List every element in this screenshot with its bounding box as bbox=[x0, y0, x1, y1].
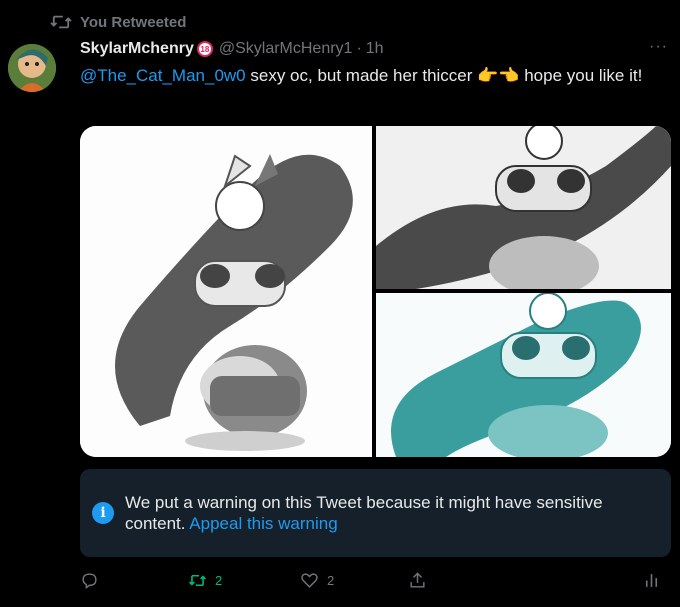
sensitive-content-warning: i We put a warning on this Tweet because… bbox=[80, 469, 671, 557]
heart-icon bbox=[301, 572, 318, 588]
reply-button[interactable] bbox=[80, 568, 107, 592]
analytics-button[interactable] bbox=[642, 568, 661, 592]
retweet-context: You Retweeted bbox=[50, 12, 186, 32]
appeal-warning-link[interactable]: Appeal this warning bbox=[189, 514, 337, 533]
tweet-text: @The_Cat_Man_0w0 sexy oc, but made her t… bbox=[80, 64, 670, 88]
retweet-icon bbox=[189, 574, 206, 586]
media-image-3[interactable] bbox=[376, 293, 671, 457]
retweet-label: You Retweeted bbox=[80, 13, 187, 31]
retweet-button[interactable]: 2 bbox=[188, 568, 222, 592]
action-bar: 2 2 bbox=[80, 568, 670, 592]
warning-text: We put a warning on this Tweet because i… bbox=[125, 492, 655, 534]
age-restriction-icon: 18 bbox=[196, 41, 213, 57]
retweet-icon bbox=[50, 15, 72, 29]
reply-icon bbox=[82, 572, 97, 589]
media-image-2[interactable] bbox=[376, 126, 671, 289]
avatar[interactable] bbox=[8, 44, 56, 92]
pointing-hands-emoji: 👉👈 bbox=[477, 66, 520, 85]
analytics-icon bbox=[645, 573, 658, 587]
media-grid bbox=[80, 126, 671, 457]
separator: · bbox=[356, 40, 362, 57]
media-image-1[interactable] bbox=[80, 126, 372, 457]
like-count: 2 bbox=[327, 572, 335, 588]
tweet-text-part-2: hope you like it! bbox=[519, 66, 643, 85]
more-options-icon[interactable]: ··· bbox=[649, 38, 668, 56]
display-name[interactable]: SkylarMchenry bbox=[80, 40, 194, 58]
tweet-text-part-1: sexy oc, but made her thiccer bbox=[245, 66, 478, 85]
info-icon: i bbox=[92, 502, 114, 524]
user-handle[interactable]: @SkylarMcHenry1 bbox=[219, 40, 353, 58]
share-icon bbox=[410, 571, 425, 588]
mention-link[interactable]: @The_Cat_Man_0w0 bbox=[80, 66, 246, 85]
like-button[interactable]: 2 bbox=[300, 568, 334, 592]
retweet-count: 2 bbox=[215, 572, 223, 588]
share-button[interactable] bbox=[408, 568, 427, 592]
tweet-header: SkylarMchenry 18 @SkylarMcHenry1 · 1h bbox=[80, 38, 664, 60]
timestamp[interactable]: 1h bbox=[366, 40, 384, 58]
